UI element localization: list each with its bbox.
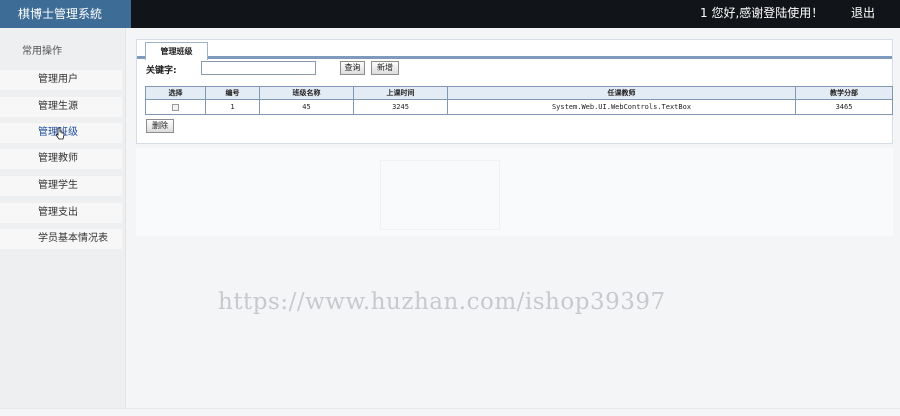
row-branch: 3465	[795, 99, 893, 115]
top-bar: 棋博士管理系統 1 您好,感谢登陆使用！ 退出	[0, 0, 900, 28]
sidebar-item-students[interactable]: 管理学生	[0, 176, 122, 196]
class-management-panel: 管理班级 关键字: 查询 新增 选择 编号 班级名称 上课时间 任课教师 教学分…	[136, 39, 893, 144]
table-header-row: 选择 编号 班级名称 上课时间 任课教师 教学分部	[145, 86, 893, 100]
logout-link[interactable]: 退出	[851, 0, 875, 26]
sidebar-item-expenses[interactable]: 管理支出	[0, 203, 122, 223]
row-checkbox[interactable]	[172, 103, 179, 111]
welcome-message: 1 您好,感谢登陆使用！	[700, 6, 824, 20]
watermark-text: https://www.huzhan.com/ishop39397	[218, 289, 666, 315]
col-header-branch: 教学分部	[795, 86, 893, 100]
row-class-name: 45	[259, 99, 354, 115]
sidebar: 常用操作 管理用户 管理生源 管理班级 管理教师 管理学生 管理支出 学员基本情…	[0, 28, 126, 408]
keyword-input[interactable]	[201, 61, 316, 75]
background-ghost-area	[136, 148, 893, 236]
table-row: 1 45 3245 System.Web.UI.WebControls.Text…	[145, 99, 893, 115]
col-header-id: 编号	[205, 86, 260, 100]
delete-button[interactable]: 删除	[146, 119, 174, 133]
class-table: 选择 编号 班级名称 上课时间 任课教师 教学分部 1 45 3245 Syst…	[145, 86, 893, 115]
row-time: 3245	[353, 99, 448, 115]
row-id: 1	[205, 99, 260, 115]
new-button[interactable]: 新增	[371, 61, 399, 75]
col-header-class-name: 班级名称	[259, 86, 354, 100]
query-button[interactable]: 查询	[340, 61, 365, 75]
tab-strip-line	[137, 56, 892, 59]
tab-class-management[interactable]: 管理班级	[145, 42, 208, 60]
sidebar-heading: 常用操作	[22, 46, 62, 57]
sidebar-item-student-report[interactable]: 学员基本情况表	[0, 229, 122, 249]
bottom-bar	[0, 408, 900, 416]
background-ghost-box	[380, 160, 500, 230]
col-header-teacher: 任课教师	[447, 86, 796, 100]
row-select-cell	[145, 99, 206, 115]
sidebar-item-users[interactable]: 管理用户	[0, 70, 122, 90]
sidebar-item-sources[interactable]: 管理生源	[0, 97, 122, 117]
sidebar-item-teachers[interactable]: 管理教师	[0, 149, 122, 169]
col-header-time: 上课时间	[353, 86, 448, 100]
hand-cursor-icon	[55, 127, 65, 140]
col-header-select: 选择	[145, 86, 206, 100]
keyword-label: 关键字:	[146, 66, 177, 76]
app-title: 棋博士管理系統	[0, 0, 131, 28]
row-teacher: System.Web.UI.WebControls.TextBox	[447, 99, 796, 115]
